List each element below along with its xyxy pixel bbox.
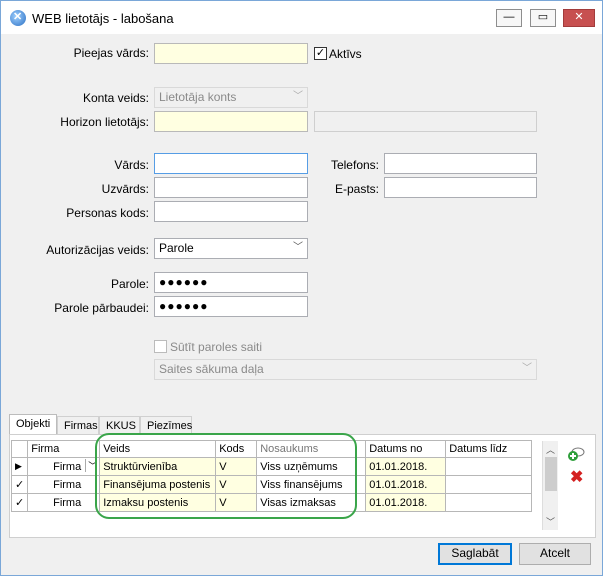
col-nosaukums[interactable]: Nosaukums (256, 440, 367, 458)
saites-value: Saites sākuma daļa (159, 362, 264, 376)
col-veids[interactable]: Veids (99, 440, 217, 458)
window-title: WEB lietotājs - labošana (32, 11, 174, 26)
close-icon: ✕ (574, 11, 584, 23)
horizon-input[interactable] (154, 111, 308, 132)
sutit-checkbox[interactable] (154, 340, 167, 353)
scroll-down-icon[interactable]: ﹀ (546, 515, 555, 528)
table-row[interactable]: ✓ Firma Finansējuma postenis V Viss fina… (10, 475, 533, 494)
pieejas-vards-input[interactable] (154, 43, 308, 64)
col-datums-no[interactable]: Datums no (365, 440, 447, 458)
epasts-label: E-pasts: (334, 182, 379, 196)
minimize-button[interactable]: — (496, 9, 522, 27)
tab-piezimes[interactable]: Piezīmes (140, 416, 192, 436)
row-marker: ▶ (10, 457, 29, 476)
grid-scrollbar[interactable]: ︿ ﹀ (542, 441, 558, 530)
app-logo-icon (10, 10, 26, 26)
objects-grid: Firma Veids Kods Nosaukums Datums no Dat… (10, 440, 533, 512)
aktivs-checkbox[interactable]: ✓ (314, 47, 327, 60)
aktivs-label: Aktīvs (329, 47, 362, 61)
col-datums-lidz[interactable]: Datums līdz (445, 440, 533, 458)
tab-firmas[interactable]: Firmas (57, 416, 99, 436)
table-row[interactable]: ✓ Firma Izmaksu postenis V Visas izmaksa… (10, 493, 533, 512)
cell-datums-no[interactable]: 01.01.2018. (365, 475, 447, 494)
scroll-up-icon[interactable]: ︿ (546, 443, 555, 456)
scroll-thumb[interactable] (545, 457, 557, 491)
cell-veids[interactable]: Struktūrvienība (99, 457, 217, 476)
konta-veids-select[interactable]: Lietotāja konts ﹀ (154, 87, 308, 108)
tab-kkus[interactable]: KKUS (99, 416, 140, 436)
col-firma[interactable]: Firma (27, 440, 101, 458)
checkmark-icon: ✓ (315, 47, 326, 59)
cell-veids[interactable]: Izmaksu postenis (99, 493, 217, 512)
cell-nosaukums: Visas izmaksas (256, 493, 367, 512)
konta-veids-label: Konta veids: (82, 91, 149, 105)
konta-veids-value: Lietotāja konts (159, 90, 237, 104)
autorizacijas-value: Parole (159, 241, 194, 255)
vards-label: Vārds: (114, 158, 149, 172)
maximize-icon: ▭ (537, 11, 549, 23)
telefons-label: Telefons: (330, 158, 379, 172)
pieejas-vards-label: Pieejas vārds: (73, 46, 149, 60)
row-marker-header (10, 440, 29, 458)
cell-datums-lidz[interactable] (445, 457, 533, 476)
cell-datums-lidz[interactable] (445, 493, 533, 512)
horizon-name-field (314, 111, 537, 132)
parole-parbaudei-input[interactable]: ●●●●●● (154, 296, 308, 317)
personas-kods-label: Personas kods: (66, 206, 149, 220)
delete-icon: ✖ (570, 469, 584, 486)
cell-kods[interactable]: V (215, 475, 258, 494)
cell-kods[interactable]: V (215, 493, 258, 512)
row-marker: ✓ (10, 493, 29, 512)
cell-datums-no[interactable]: 01.01.2018. (365, 493, 447, 512)
chevron-down-icon: ﹀ (522, 363, 532, 374)
table-row[interactable]: ▶ Firma ﹀ Struktūrvienība V Viss uzņēmums… (10, 457, 533, 476)
cell-veids[interactable]: Finansējuma postenis (99, 475, 217, 494)
chevron-down-icon[interactable]: ﹀ (85, 459, 97, 472)
cell-nosaukums: Viss finansējums (256, 475, 367, 494)
autorizacijas-select[interactable]: Parole ﹀ (154, 238, 308, 259)
epasts-input[interactable] (384, 177, 537, 198)
add-icon (568, 447, 585, 461)
horizon-label: Horizon lietotājs: (60, 115, 149, 129)
cell-datums-lidz[interactable] (445, 475, 533, 494)
cell-nosaukums: Viss uzņēmums (256, 457, 367, 476)
autorizacijas-label: Autorizācijas veids: (46, 243, 149, 257)
cell-firma-text: Firma (53, 460, 82, 473)
uzvards-label: Uzvārds: (101, 182, 149, 196)
saites-select[interactable]: Saites sākuma daļa ﹀ (154, 359, 537, 380)
cell-firma[interactable]: Firma (27, 475, 101, 494)
cell-firma[interactable]: Firma (27, 493, 101, 512)
dialog-window: WEB lietotājs - labošana — ▭ ✕ Pieejas v… (0, 0, 603, 576)
col-kods[interactable]: Kods (215, 440, 258, 458)
add-row-button[interactable] (567, 446, 585, 462)
chevron-down-icon: ﹀ (293, 91, 303, 102)
personas-kods-input[interactable] (154, 201, 308, 222)
parole-input[interactable]: ●●●●●● (154, 272, 308, 293)
cell-kods[interactable]: V (215, 457, 258, 476)
parole-parbaudei-label: Parole pārbaudei: (54, 301, 149, 315)
tab-objekti[interactable]: Objekti (9, 414, 57, 436)
telefons-input[interactable] (384, 153, 537, 174)
close-button[interactable]: ✕ (563, 9, 595, 27)
delete-row-button[interactable]: ✖ (570, 469, 584, 486)
cell-datums-no[interactable]: 01.01.2018. (365, 457, 447, 476)
vards-input[interactable] (154, 153, 308, 174)
cell-firma[interactable]: Firma ﹀ (27, 457, 101, 476)
title-bar: WEB lietotājs - labošana — ▭ ✕ (1, 1, 602, 34)
minimize-icon: — (503, 11, 515, 23)
cancel-button[interactable]: Atcelt (519, 543, 591, 565)
chevron-down-icon: ﹀ (293, 242, 303, 253)
uzvards-input[interactable] (154, 177, 308, 198)
parole-label: Parole: (110, 277, 149, 291)
save-button[interactable]: Saglabāt (438, 543, 512, 565)
row-marker: ✓ (10, 475, 29, 494)
sutit-label: Sūtīt paroles saiti (170, 340, 263, 354)
maximize-button[interactable]: ▭ (530, 9, 556, 27)
